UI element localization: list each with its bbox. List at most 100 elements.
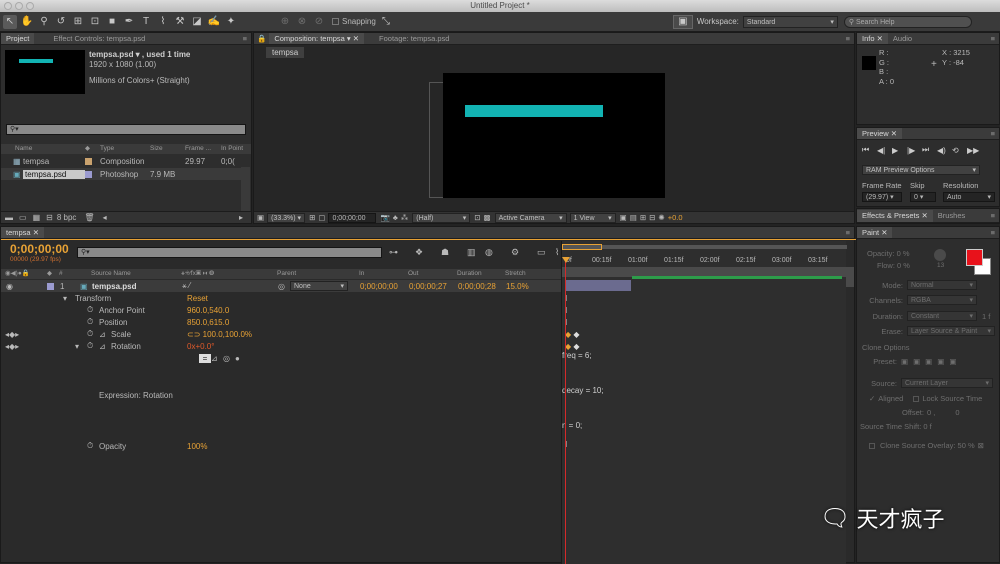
panel-menu-icon[interactable]: ≡ xyxy=(243,34,251,43)
pan-behind-tool-icon[interactable]: ⊡ xyxy=(88,15,102,29)
pick-whip-icon[interactable]: ◎ xyxy=(278,282,290,291)
selection-tool-icon[interactable]: ↖ xyxy=(3,14,17,29)
next-frame-icon[interactable]: |▶ xyxy=(907,146,922,155)
magnification-select[interactable]: (33.3%) ▾ xyxy=(267,212,306,223)
scroll-left-icon[interactable]: ◂ xyxy=(103,213,107,222)
layer-switches[interactable]: ⚹ ⁄ xyxy=(182,281,278,291)
layer-duration[interactable]: 0;00;00;28 xyxy=(458,282,506,291)
col-layer-number[interactable]: # xyxy=(59,269,91,279)
property-value[interactable]: ⊂⊃ 100.0,100.0% xyxy=(187,330,252,339)
stopwatch-icon[interactable]: ⏱ xyxy=(87,317,99,327)
tab-project[interactable]: Project xyxy=(1,33,35,44)
col-parent[interactable]: Parent xyxy=(277,269,359,279)
rectangle-tool-icon[interactable]: ■ xyxy=(105,15,119,29)
stopwatch-icon[interactable]: ⏱ xyxy=(87,441,99,451)
comp-subtab[interactable]: tempsa xyxy=(266,47,305,58)
ram-preview-options-select[interactable]: RAM Preview Options ▾ xyxy=(862,165,980,175)
offset-y[interactable]: 0 xyxy=(955,408,959,417)
tab-footage[interactable]: Footage: tempsa.psd xyxy=(374,33,454,44)
erase-select[interactable]: Layer Source & Paint ▾ xyxy=(907,326,995,336)
foreground-color-swatch[interactable] xyxy=(966,249,983,266)
label-color-swatch[interactable] xyxy=(85,170,92,178)
col-type[interactable]: Type xyxy=(100,144,150,154)
keyframe-nav-icon[interactable]: ◂◆▸ xyxy=(5,330,19,339)
shy-layers-icon[interactable]: ☗ xyxy=(441,247,467,258)
scroll-right-icon[interactable]: ▸ xyxy=(239,213,243,222)
fast-previews-icon[interactable]: ▤ xyxy=(630,213,637,222)
scale-keyframes[interactable]: ◆ ◆ xyxy=(565,329,580,341)
tab-audio[interactable]: Audio xyxy=(888,33,917,44)
rotate-tool-icon[interactable]: ↺ xyxy=(54,15,68,29)
timeline-scrollbar[interactable] xyxy=(846,267,854,287)
property-value[interactable]: Reset xyxy=(187,294,208,303)
timeline-icon[interactable]: ⊞ xyxy=(640,213,646,222)
clone-overlay-checkbox[interactable] xyxy=(869,442,875,449)
property-row[interactable]: ⏱ Anchor Point 960.0,540.0 xyxy=(1,304,561,316)
puppet-tool-icon[interactable]: ✦ xyxy=(224,15,238,29)
zoom-tool-icon[interactable]: ⚲ xyxy=(37,15,51,29)
draft-3d-icon[interactable]: ❖ xyxy=(415,247,441,258)
panel-menu-icon[interactable]: ≡ xyxy=(846,34,854,43)
col-frame[interactable]: Frame ... xyxy=(185,144,221,154)
label-col-icon[interactable]: ◆ xyxy=(47,269,59,279)
brush-tip-icon[interactable] xyxy=(934,249,946,261)
always-preview-icon[interactable]: ▣ xyxy=(257,213,264,222)
show-snapshot-icon[interactable]: ♣ xyxy=(393,213,398,222)
property-row[interactable]: ◂◆▸ ⏱ ⊿ Scale ⊂⊃ 100.0,100.0% xyxy=(1,328,561,340)
col-in-point[interactable]: In Point xyxy=(221,144,243,154)
motion-blur-icon[interactable]: ◍ xyxy=(485,247,511,258)
property-value[interactable]: 960.0,540.0 xyxy=(187,306,229,315)
col-in[interactable]: In xyxy=(359,269,408,279)
property-row[interactable]: ▾ Transform Reset xyxy=(1,292,561,304)
snapshot-icon[interactable]: 📷 xyxy=(380,213,389,222)
label-color-swatch[interactable] xyxy=(85,157,92,165)
source-time-shift[interactable]: Source Time Shift: 0 f xyxy=(860,422,932,431)
layer-row[interactable]: ◉ 1 ▣ tempsa.psd ⚹ ⁄ ◎ None ▾ 0;00;00;00 … xyxy=(1,280,561,292)
av-switches-icon[interactable]: ◉◀)●🔒 xyxy=(5,269,47,279)
col-size[interactable]: Size xyxy=(150,144,185,154)
lock-source-checkbox[interactable] xyxy=(913,395,920,402)
col-duration[interactable]: Duration xyxy=(457,269,505,279)
tab-effects-presets[interactable]: Effects & Presets ✕ xyxy=(857,209,933,222)
layer-name[interactable]: tempsa.psd xyxy=(92,282,182,291)
interpret-footage-icon[interactable]: ▬ xyxy=(5,213,13,222)
mute-audio-icon[interactable]: ◀) xyxy=(937,146,952,155)
exposure-value[interactable]: +0.0 xyxy=(668,213,683,222)
tab-effect-controls[interactable]: Effect Controls: tempsa.psd xyxy=(48,33,150,44)
cyan-bar-layer[interactable] xyxy=(465,105,603,117)
snapping-checkbox[interactable] xyxy=(332,18,339,25)
panel-menu-icon[interactable]: ≡ xyxy=(846,228,854,237)
paint-flow[interactable]: Flow: 0 % xyxy=(877,261,910,270)
minimize-window-button[interactable] xyxy=(15,2,23,10)
zoom-window-button[interactable] xyxy=(26,2,34,10)
frame-rate-field[interactable]: (29.97) ▾ xyxy=(862,192,902,202)
camera-view-select[interactable]: Active Camera ▾ xyxy=(494,212,567,223)
parent-select[interactable]: None ▾ xyxy=(290,281,348,291)
loop-icon[interactable]: ⟲ xyxy=(952,146,967,155)
close-window-button[interactable] xyxy=(4,2,12,10)
channels-select[interactable]: RGBA ▾ xyxy=(907,295,977,305)
exposure-icon[interactable]: ✺ xyxy=(658,213,664,222)
panel-menu-icon[interactable]: ≡ xyxy=(991,228,999,237)
brainstorm-icon[interactable]: ⚙ xyxy=(511,247,537,258)
project-row[interactable]: ▣ tempsa.psd Photoshop 7.9 MB xyxy=(1,168,241,180)
clone-preset-icons[interactable]: ▣▣▣▣▣ xyxy=(901,357,961,366)
expression-enable-icon[interactable]: = xyxy=(199,353,211,363)
view-axis-icon[interactable]: ⊘ xyxy=(312,15,326,29)
aligned-checkbox[interactable]: ✓ xyxy=(869,394,875,403)
panel-menu-icon[interactable]: ≡ xyxy=(991,129,999,138)
difference-mode-icon[interactable]: ⊠ xyxy=(978,441,984,450)
source-select[interactable]: Current Layer ▾ xyxy=(901,378,993,388)
resolution-field[interactable]: Auto ▾ xyxy=(943,192,995,202)
timeline-current-time[interactable]: 0;00;00;00 xyxy=(10,242,69,256)
property-value[interactable]: 100% xyxy=(187,442,207,451)
hand-tool-icon[interactable]: ✋ xyxy=(20,15,34,29)
property-value[interactable]: 0x+0.0° xyxy=(187,342,214,351)
tab-preview[interactable]: Preview ✕ xyxy=(857,128,903,139)
col-stretch[interactable]: Stretch xyxy=(505,269,526,279)
playhead-icon[interactable] xyxy=(562,257,570,263)
project-search-input[interactable]: ⚲▾ xyxy=(6,124,246,135)
layer-switches-icons[interactable]: ⚹✳⁄fx▣◑◐◍ xyxy=(181,269,277,279)
duration-select[interactable]: Constant ▾ xyxy=(907,311,977,321)
paint-opacity[interactable]: Opacity: 0 % xyxy=(867,249,910,258)
